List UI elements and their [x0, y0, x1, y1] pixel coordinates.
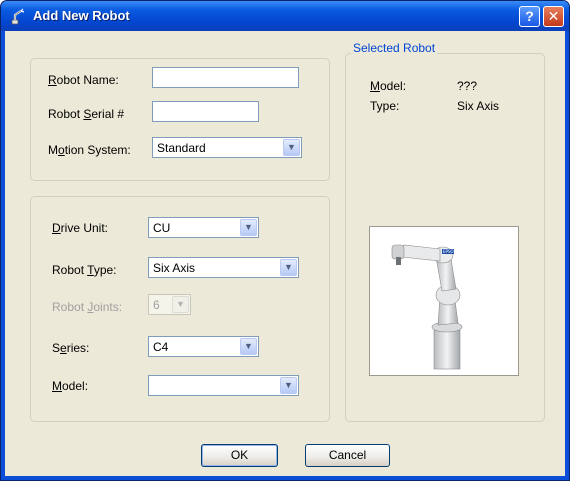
selected-robot-group-label: Selected Robot [351, 41, 438, 55]
chevron-down-icon[interactable]: ▼ [283, 139, 300, 156]
series-value: C4 [153, 340, 169, 354]
add-new-robot-dialog: Add New Robot ? ✕ Robot Name: Robot Seri… [0, 0, 570, 481]
title-bar[interactable]: Add New Robot ? ✕ [1, 1, 569, 31]
robot-type-select[interactable]: Six Axis ▼ [148, 257, 299, 278]
robot-joints-label: Robot Joints: [52, 300, 123, 314]
help-icon: ? [525, 8, 534, 24]
close-button[interactable]: ✕ [543, 6, 564, 27]
robot-image: EPSON [369, 226, 519, 376]
robot-joints-select: 6 ▼ [148, 294, 191, 315]
drive-unit-value: CU [153, 221, 171, 235]
ok-button[interactable]: OK [201, 444, 278, 467]
series-select[interactable]: C4 ▼ [148, 336, 259, 357]
chevron-down-icon[interactable]: ▼ [240, 338, 257, 355]
selected-model-value: ??? [457, 79, 478, 93]
motion-system-value: Standard [157, 141, 206, 155]
selected-type-label: Type: [370, 99, 400, 113]
robot-joints-value: 6 [153, 298, 160, 312]
robot-arm-picture: EPSON [391, 244, 463, 370]
series-label: Series: [52, 341, 90, 355]
motion-system-select[interactable]: Standard ▼ [152, 137, 302, 158]
selected-type-value: Six Axis [457, 99, 500, 113]
chevron-down-icon[interactable]: ▼ [240, 219, 257, 236]
robot-name-label: Robot Name: [48, 73, 119, 87]
chevron-down-icon[interactable]: ▼ [280, 377, 297, 394]
robot-type-value: Six Axis [153, 261, 196, 275]
robot-name-input[interactable] [152, 67, 299, 88]
robot-serial-label: Robot Serial # [48, 107, 125, 121]
robot-serial-input[interactable] [152, 101, 259, 122]
cancel-button[interactable]: Cancel [305, 444, 390, 467]
model-select[interactable]: ▼ [148, 375, 299, 396]
help-button[interactable]: ? [519, 6, 540, 27]
robot-type-label: Robot Type: [52, 263, 117, 277]
selected-model-label: Model: [370, 79, 407, 93]
drive-unit-label: Drive Unit: [52, 221, 109, 235]
close-icon: ✕ [547, 8, 560, 24]
chevron-down-icon[interactable]: ▼ [280, 259, 297, 276]
epson-logo: EPSON [443, 249, 457, 254]
drive-unit-select[interactable]: CU ▼ [148, 217, 259, 238]
motion-system-label: Motion System: [48, 143, 131, 157]
model-label: Model: [52, 379, 89, 393]
robot-arm-icon [11, 8, 25, 25]
chevron-down-icon: ▼ [172, 296, 189, 313]
dialog-client-area: Robot Name: Robot Serial # Motion System… [5, 31, 565, 476]
window-title: Add New Robot [33, 8, 130, 23]
